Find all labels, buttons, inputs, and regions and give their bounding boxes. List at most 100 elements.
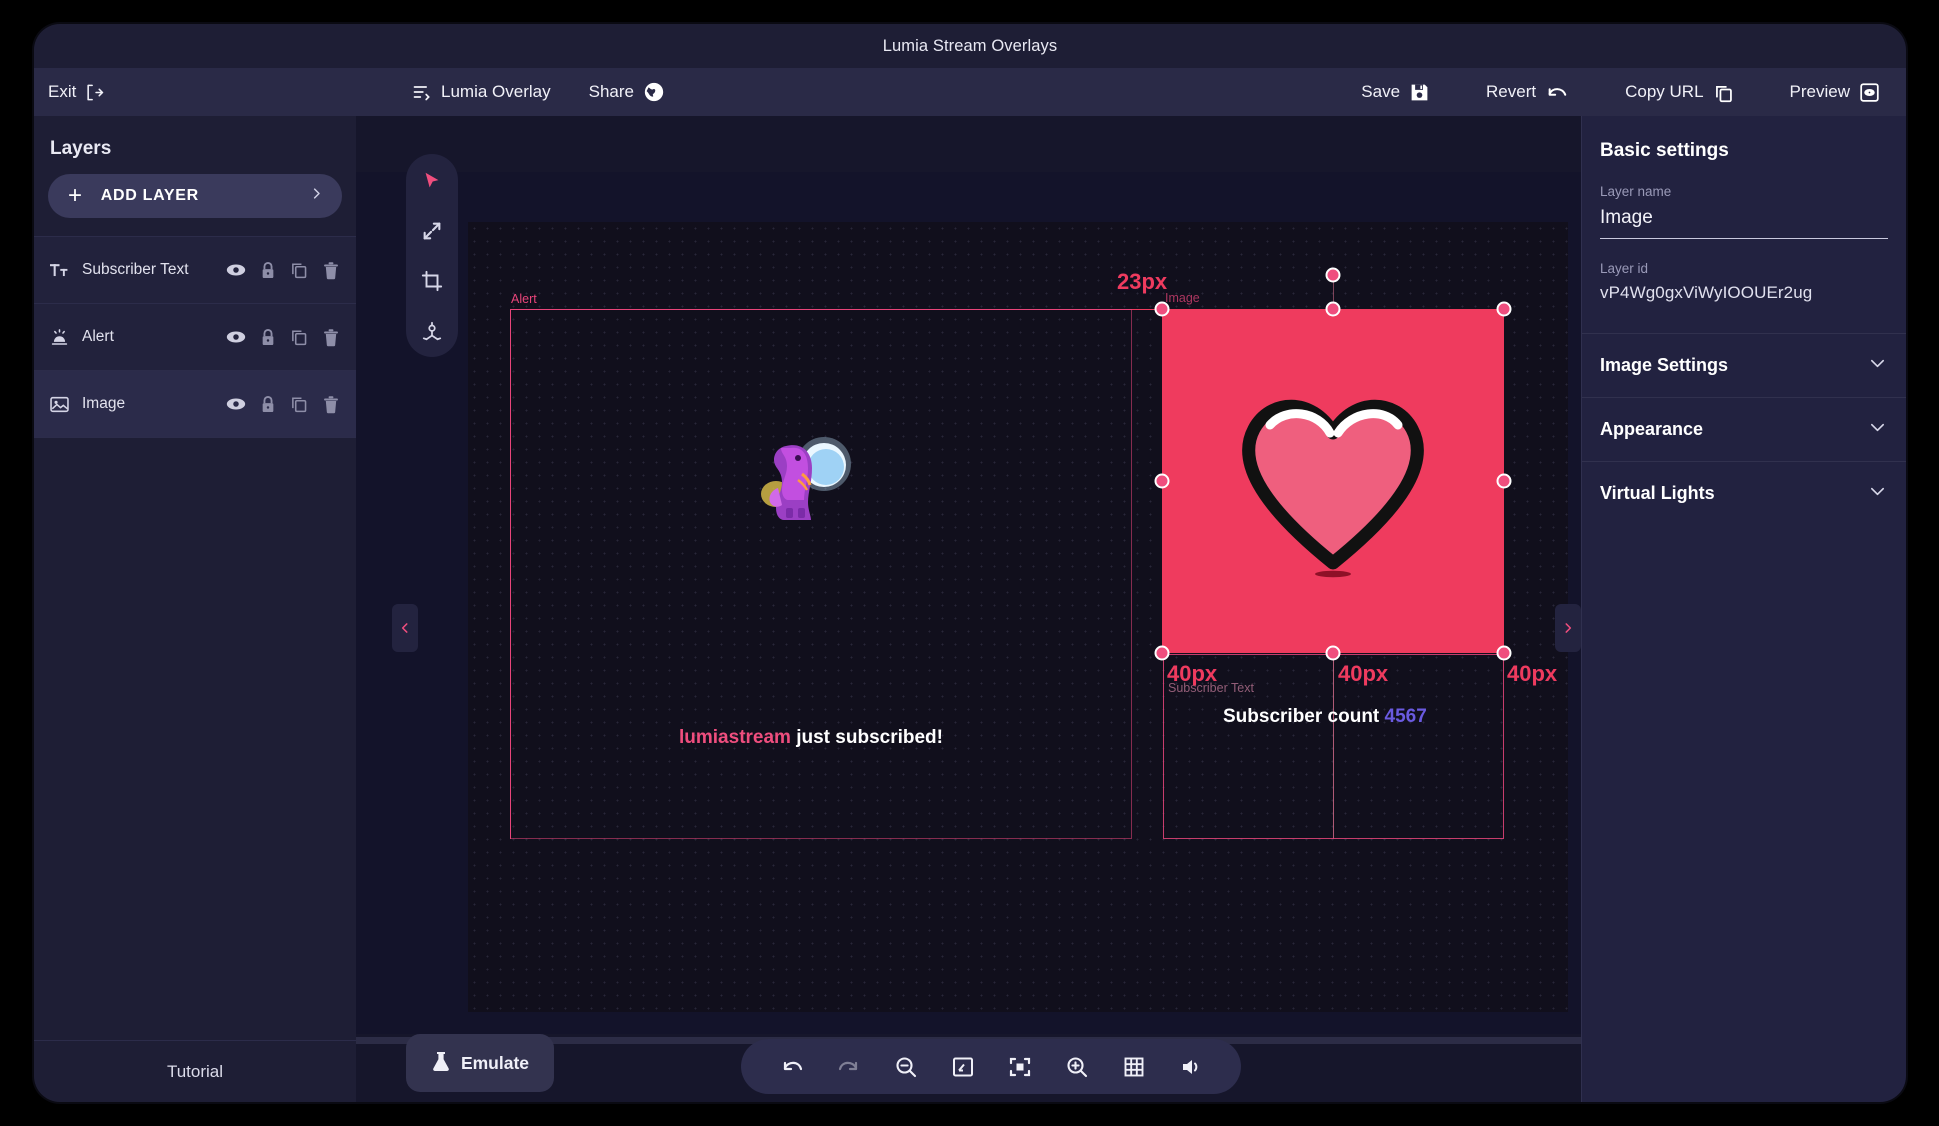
lock-icon[interactable]	[260, 395, 276, 413]
image-icon	[50, 396, 72, 413]
section-image-settings[interactable]: Image Settings	[1582, 333, 1906, 397]
section-appearance[interactable]: Appearance	[1582, 397, 1906, 461]
redo-button[interactable]	[832, 1050, 866, 1084]
settings-panel: Basic settings Layer name Image Layer id…	[1581, 116, 1906, 1102]
resize-handle-bottom-center[interactable]	[1325, 645, 1341, 661]
revert-button[interactable]: Revert	[1486, 81, 1569, 103]
duplicate-icon[interactable]	[290, 395, 308, 413]
layer-name-underline	[1600, 238, 1888, 239]
resize-handle-top-left[interactable]	[1154, 301, 1170, 317]
zoom-out-button[interactable]	[889, 1050, 923, 1084]
overlay-label: Lumia Overlay	[441, 82, 551, 101]
lock-icon[interactable]	[260, 328, 276, 346]
alert-text: lumiastream just subscribed!	[679, 727, 943, 749]
preview-button[interactable]: Preview	[1790, 82, 1880, 103]
section-virtual-lights[interactable]: Virtual Lights	[1582, 461, 1906, 525]
resize-handle-top-center[interactable]	[1325, 301, 1341, 317]
subscriber-count-label: Subscriber count	[1223, 706, 1380, 727]
section-label: Virtual Lights	[1600, 483, 1715, 503]
layer-row-image[interactable]: Image	[34, 371, 356, 438]
layer-name-input[interactable]: Image	[1600, 207, 1906, 229]
alert-layer-label: Alert	[511, 292, 537, 306]
duplicate-icon[interactable]	[290, 261, 308, 279]
resize-handle-top-right[interactable]	[1496, 301, 1512, 317]
measurement-center: 40px	[1338, 661, 1389, 686]
fit-screen-button[interactable]	[946, 1050, 980, 1084]
transform-tool[interactable]	[419, 318, 445, 344]
overlay-icon	[412, 82, 432, 102]
copy-url-label: Copy URL	[1625, 82, 1704, 101]
layer-actions	[226, 261, 340, 280]
basic-settings-heading: Basic settings	[1600, 140, 1729, 161]
zoom-in-button[interactable]	[1060, 1050, 1094, 1084]
alert-username: lumiastream	[679, 727, 791, 748]
collapse-left-panel-button[interactable]	[392, 604, 418, 652]
section-label: Image Settings	[1600, 355, 1729, 375]
share-button[interactable]: Share	[589, 81, 665, 103]
layer-name-label: Subscriber Text	[82, 261, 189, 278]
collapse-right-panel-button[interactable]	[1555, 604, 1581, 652]
image-layer-selection[interactable]: Image	[1162, 291, 1504, 653]
actual-size-button[interactable]	[1003, 1050, 1037, 1084]
delete-icon[interactable]	[322, 395, 340, 414]
chevron-right-icon	[309, 186, 324, 206]
save-button[interactable]: Save	[1361, 82, 1430, 103]
rotate-handle[interactable]	[1325, 267, 1341, 283]
overlay-selector[interactable]: Lumia Overlay	[412, 82, 551, 102]
exit-button[interactable]: Exit	[48, 82, 104, 102]
layer-actions	[226, 395, 340, 414]
revert-label: Revert	[1486, 82, 1537, 101]
measurement-right: 40px	[1507, 661, 1558, 686]
measurement-left: 40px	[1167, 661, 1218, 686]
layer-actions	[226, 328, 340, 347]
layer-name-label: Layer name	[1600, 184, 1672, 199]
layers-heading: Layers	[50, 138, 112, 159]
add-layer-button[interactable]: + ADD LAYER	[48, 174, 342, 218]
resize-handle-bottom-left[interactable]	[1154, 645, 1170, 661]
alert-layer-frame[interactable]: Alert	[510, 292, 1132, 839]
resize-handle-bottom-right[interactable]	[1496, 645, 1512, 661]
emulate-label: Emulate	[460, 1052, 530, 1073]
visibility-icon[interactable]	[226, 262, 246, 278]
grid-button[interactable]	[1117, 1050, 1151, 1084]
delete-icon[interactable]	[322, 328, 340, 347]
layer-list: Subscriber Text Alert Image	[34, 236, 356, 438]
visibility-icon[interactable]	[226, 396, 246, 412]
resize-handle-mid-right[interactable]	[1496, 473, 1512, 489]
copy-url-button[interactable]: Copy URL	[1625, 82, 1733, 103]
resize-handle-mid-left[interactable]	[1154, 473, 1170, 489]
text-icon	[50, 262, 72, 279]
preview-label: Preview	[1789, 82, 1850, 101]
visibility-icon[interactable]	[226, 329, 246, 345]
layer-id-value: vP4Wg0gxViWyIOOUEr2ug	[1600, 283, 1813, 302]
subscriber-count-text: Subscriber count 4567	[1223, 706, 1427, 728]
dragon-sprite	[746, 428, 856, 538]
duplicate-icon[interactable]	[290, 328, 308, 346]
resize-tool[interactable]	[419, 218, 445, 244]
alert-icon	[50, 328, 72, 347]
emulate-button[interactable]: Emulate	[406, 1034, 554, 1092]
layer-row-alert[interactable]: Alert	[34, 304, 356, 371]
window-title: Lumia Stream Overlays	[882, 36, 1058, 55]
tutorial-button[interactable]: Tutorial	[34, 1040, 356, 1102]
chevron-down-icon	[1869, 357, 1886, 374]
select-tool[interactable]	[419, 168, 445, 194]
title-bar: Lumia Stream Overlays	[34, 24, 1906, 68]
add-layer-label: ADD LAYER	[100, 187, 199, 204]
sidebar-spacer	[34, 438, 356, 1040]
flask-icon	[431, 1050, 451, 1077]
chevron-down-icon	[1869, 485, 1886, 502]
section-label: Appearance	[1600, 419, 1704, 439]
measurement-top: 23px	[1117, 269, 1168, 294]
tool-palette	[406, 154, 458, 357]
layer-name-label: Alert	[82, 328, 114, 345]
settings-sections: Image Settings Appearance Virtual Lights	[1582, 333, 1906, 525]
delete-icon[interactable]	[322, 261, 340, 280]
layer-row-subscriber-text[interactable]: Subscriber Text	[34, 237, 356, 304]
undo-button[interactable]	[775, 1050, 809, 1084]
crop-tool[interactable]	[419, 268, 445, 294]
undo-arrow-icon	[1545, 81, 1569, 103]
save-label: Save	[1361, 82, 1401, 101]
volume-button[interactable]	[1174, 1050, 1208, 1084]
lock-icon[interactable]	[260, 261, 276, 279]
